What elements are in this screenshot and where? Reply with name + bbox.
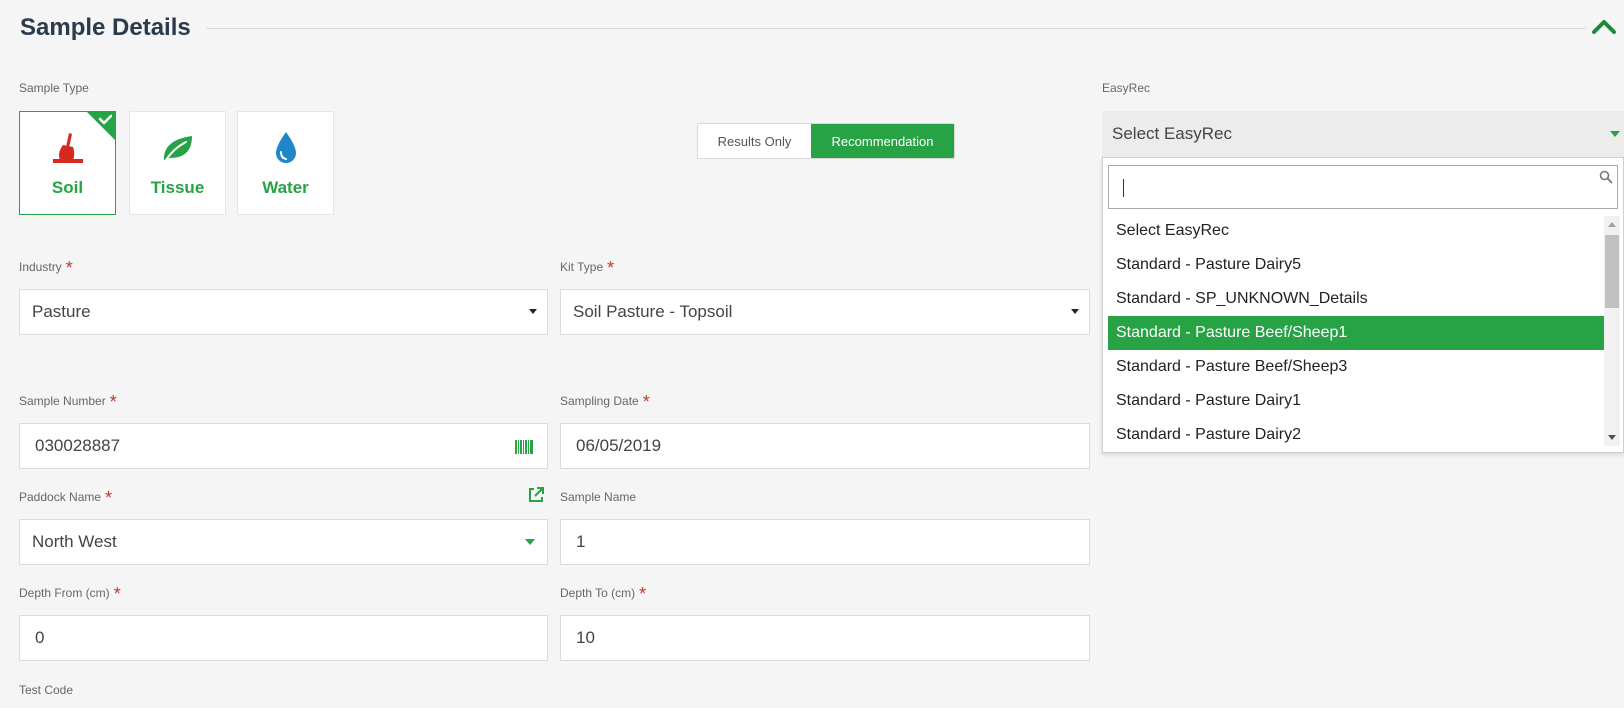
required-asterisk: * <box>642 392 650 412</box>
dropdown-caret-icon <box>1610 131 1620 137</box>
kit-type-value: Soil Pasture - Topsoil <box>573 302 733 321</box>
depth-from-label: Depth From (cm) * <box>19 584 121 604</box>
depth-to-label: Depth To (cm) * <box>560 584 647 604</box>
sample-number-input[interactable]: 030028887 <box>19 423 548 469</box>
easyrec-search-input[interactable] <box>1108 165 1618 209</box>
depth-from-input[interactable]: 0 <box>19 615 548 661</box>
sample-type-tissue[interactable]: Tissue <box>129 111 226 215</box>
easyrec-option-highlighted[interactable]: Standard - Pasture Beef/Sheep1 <box>1108 316 1606 350</box>
sample-type-soil[interactable]: Soil <box>19 111 116 215</box>
required-asterisk: * <box>607 258 615 278</box>
depth-from-value: 0 <box>35 628 45 647</box>
easyrec-option[interactable]: Standard - SP_UNKNOWN_Details <box>1108 282 1606 316</box>
scrollbar-thumb[interactable] <box>1605 235 1619 308</box>
barcode-icon[interactable] <box>515 439 533 459</box>
required-asterisk: * <box>113 584 121 604</box>
section-divider <box>206 28 1586 29</box>
easyrec-options-list: Select EasyRec Standard - Pasture Dairy5… <box>1108 214 1606 452</box>
paddock-name-label: Paddock Name * <box>19 488 113 508</box>
required-asterisk: * <box>109 392 117 412</box>
easyrec-option[interactable]: Standard - Pasture Dairy5 <box>1108 248 1606 282</box>
sampling-date-input[interactable]: 06/05/2019 <box>560 423 1090 469</box>
search-icon <box>1599 170 1613 189</box>
required-asterisk: * <box>105 488 113 508</box>
sample-name-value: 1 <box>576 532 586 551</box>
water-drop-icon <box>238 132 333 164</box>
recommendation-button[interactable]: Recommendation <box>811 124 954 158</box>
tissue-label: Tissue <box>150 178 205 197</box>
external-link-icon[interactable] <box>527 486 545 509</box>
soil-shovel-icon <box>20 132 115 164</box>
sample-type-label: Sample Type <box>19 81 89 95</box>
results-only-button[interactable]: Results Only <box>698 124 811 158</box>
soil-label: Soil <box>51 178 84 197</box>
easyrec-option[interactable]: Standard - Pasture Beef/Sheep3 <box>1108 350 1606 384</box>
easyrec-option[interactable]: Standard - Pasture Dairy1 <box>1108 384 1606 418</box>
sampling-date-label: Sampling Date * <box>560 392 650 412</box>
dropdown-scrollbar[interactable] <box>1604 216 1620 446</box>
required-asterisk: * <box>639 584 647 604</box>
kit-type-select[interactable]: Soil Pasture - Topsoil <box>560 289 1090 335</box>
easyrec-dropdown: Select EasyRec Standard - Pasture Dairy5… <box>1102 157 1624 453</box>
depth-to-input[interactable]: 10 <box>560 615 1090 661</box>
kit-type-label: Kit Type * <box>560 258 615 278</box>
sample-name-label: Sample Name <box>560 490 637 504</box>
scroll-down-arrow-icon[interactable] <box>1608 435 1616 440</box>
sample-number-value: 030028887 <box>35 436 121 455</box>
required-asterisk: * <box>65 258 73 278</box>
mode-toggle: Results Only Recommendation <box>697 123 955 159</box>
collapse-chevron-up-icon[interactable] <box>1590 12 1620 42</box>
industry-value: Pasture <box>32 302 91 321</box>
paddock-name-value: North West <box>32 532 117 551</box>
easyrec-selected-value: Select EasyRec <box>1112 124 1232 143</box>
easyrec-option[interactable]: Select EasyRec <box>1108 214 1606 248</box>
leaf-icon <box>130 132 225 164</box>
paddock-name-select[interactable]: North West <box>19 519 548 565</box>
water-label: Water <box>262 178 309 197</box>
sample-type-water[interactable]: Water <box>237 111 334 215</box>
sample-name-input[interactable]: 1 <box>560 519 1090 565</box>
text-cursor <box>1123 179 1124 197</box>
depth-to-value: 10 <box>576 628 595 647</box>
easyrec-select[interactable]: Select EasyRec <box>1102 111 1624 157</box>
industry-select[interactable]: Pasture <box>19 289 548 335</box>
dropdown-caret-icon <box>529 309 537 314</box>
dropdown-caret-icon <box>1071 309 1079 314</box>
sampling-date-value: 06/05/2019 <box>576 436 662 455</box>
industry-label: Industry * <box>19 258 73 278</box>
section-title: Sample Details <box>20 14 191 41</box>
scroll-up-arrow-icon[interactable] <box>1608 222 1616 227</box>
dropdown-caret-icon <box>525 539 535 545</box>
easyrec-label: EasyRec <box>1102 81 1151 95</box>
easyrec-option[interactable]: Standard - Pasture Dairy2 <box>1108 418 1606 452</box>
test-code-label: Test Code <box>19 683 74 697</box>
sample-number-label: Sample Number * <box>19 392 117 412</box>
